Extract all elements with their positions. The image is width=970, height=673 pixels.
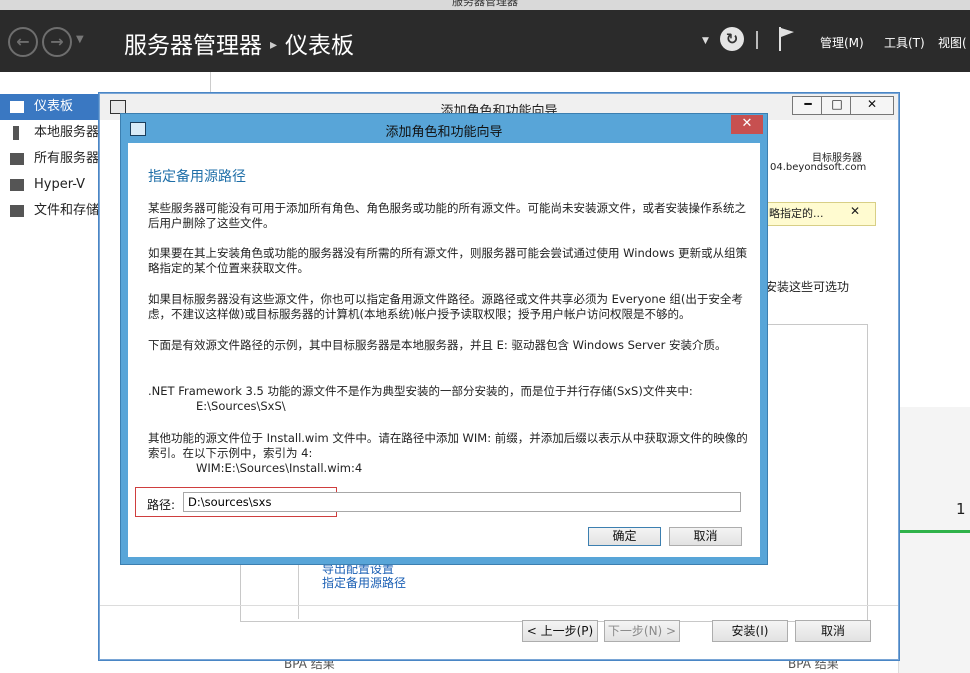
storage-icon [10, 205, 24, 217]
close-button[interactable]: ✕ [850, 96, 894, 115]
dialog-title: 添加角色和功能向导 [385, 125, 503, 140]
servers-icon [10, 153, 24, 165]
paragraph-permissions: 如果目标服务器没有这些源文件，你也可以指定备用源文件路径。源路径或文件共享必须为… [148, 292, 743, 321]
tile-count: 1 [956, 500, 966, 518]
sidebar-item-label: 文件和存储服务 [34, 203, 100, 218]
sidebar-item-label: 所有服务器 [34, 151, 100, 166]
forward-button[interactable]: → [42, 27, 72, 57]
status-green-line [898, 530, 970, 533]
breadcrumb: 服务器管理器 ▸ 仪表板 [124, 26, 354, 60]
page-title: 仪表板 [285, 33, 355, 59]
optional-features-text: 安装这些可选功 [765, 280, 850, 294]
left-nav-divider [298, 564, 299, 619]
example-sxs-path: E:\Sources\SxS\ [196, 399, 286, 413]
paragraph-example-intro: 下面是有效源文件路径的示例，其中目标服务器是本地服务器，并且 E: 驱动器包含 … [148, 338, 727, 352]
sidebar-item-dashboard[interactable]: 仪表板 [0, 94, 100, 120]
notifications-flag-icon[interactable] [778, 26, 796, 52]
menu-view[interactable]: 视图( [938, 34, 967, 51]
server-icon [13, 126, 19, 140]
maximize-button[interactable]: □ [821, 96, 853, 115]
paragraph-intro: 某些服务器可能没有可用于添加所有角色、角色服务或功能的所有源文件。可能尚未安装源… [148, 201, 746, 230]
dashboard-icon [10, 101, 24, 113]
next-button[interactable]: 下一步(N) > [604, 620, 680, 642]
menu-tools[interactable]: 工具(T) [884, 34, 925, 51]
history-dropdown-icon[interactable]: ▼ [76, 34, 84, 45]
target-server-value: 04.beyondsoft.com [770, 162, 867, 173]
breadcrumb-separator-icon: ▸ [270, 37, 278, 53]
minimize-button[interactable]: ━ [792, 96, 824, 115]
dashboard-tile-divider [210, 72, 211, 94]
alternate-source-link[interactable]: 指定备用源路径 [322, 574, 406, 591]
refresh-icon[interactable]: ↻ [720, 27, 744, 51]
dialog-body: 指定备用源路径 某些服务器可能没有可用于添加所有角色、角色服务或功能的所有源文件… [128, 143, 760, 557]
toolbar-divider [756, 31, 758, 49]
paragraph-wim: 其他功能的源文件位于 Install.wim 文件中。请在路径中添加 WIM: … [148, 431, 748, 460]
sidebar-item-all-servers[interactable]: 所有服务器 [0, 146, 100, 172]
dashboard-tile-right [898, 407, 970, 673]
footer-divider [100, 605, 898, 606]
breadcrumb-app: 服务器管理器 [124, 33, 262, 59]
path-input[interactable] [183, 492, 741, 512]
outer-cancel-button[interactable]: 取消 [795, 620, 871, 642]
sidebar-item-local-server[interactable]: 本地服务器 [0, 120, 100, 146]
hyperv-icon [10, 179, 24, 191]
window-title-bar: 服务器管理器 [0, 0, 970, 10]
dialog-heading: 指定备用源路径 [148, 169, 246, 185]
example-wim-path: WIM:E:\Sources\Install.wim:4 [196, 461, 363, 475]
sidebar-item-label: 本地服务器 [34, 125, 100, 140]
dialog-cancel-button[interactable]: 取消 [669, 527, 742, 546]
back-button[interactable]: ← [8, 27, 38, 57]
window-title: 服务器管理器 [452, 0, 518, 8]
install-button[interactable]: 安装(I) [712, 620, 788, 642]
sidebar-item-label: Hyper-V [34, 177, 86, 192]
sidebar-item-file-storage[interactable]: 文件和存储服务 [0, 198, 100, 224]
paragraph-windows-update: 如果要在其上安装角色或功能的服务器没有所需的所有源文件，则服务器可能会尝试通过使… [148, 246, 748, 275]
menu-manage[interactable]: 管理(M) [820, 34, 864, 51]
path-label: 路径: [147, 498, 176, 512]
server-manager-header: ← → ▼ 服务器管理器 ▸ 仪表板 ▼ ↻ 管理(M) 工具(T) 视图( [0, 10, 970, 72]
alternate-source-dialog: 添加角色和功能向导 ✕ 指定备用源路径 某些服务器可能没有可用于添加所有角色、角… [120, 113, 768, 565]
close-icon[interactable]: ✕ [850, 204, 860, 218]
prev-button[interactable]: < 上一步(P) [522, 620, 598, 642]
dialog-close-button[interactable]: ✕ [731, 115, 763, 134]
sidebar-item-label: 仪表板 [34, 99, 74, 114]
sidebar-item-hyper-v[interactable]: Hyper-V [0, 172, 100, 198]
paragraph-netfx: .NET Framework 3.5 功能的源文件不是作为典型安装的一部分安装的… [148, 384, 693, 398]
sidebar: 仪表板 本地服务器 所有服务器 Hyper-V 文件和存储服务 [0, 72, 100, 673]
ok-button[interactable]: 确定 [588, 527, 661, 546]
refresh-dropdown-icon[interactable]: ▼ [702, 36, 709, 46]
